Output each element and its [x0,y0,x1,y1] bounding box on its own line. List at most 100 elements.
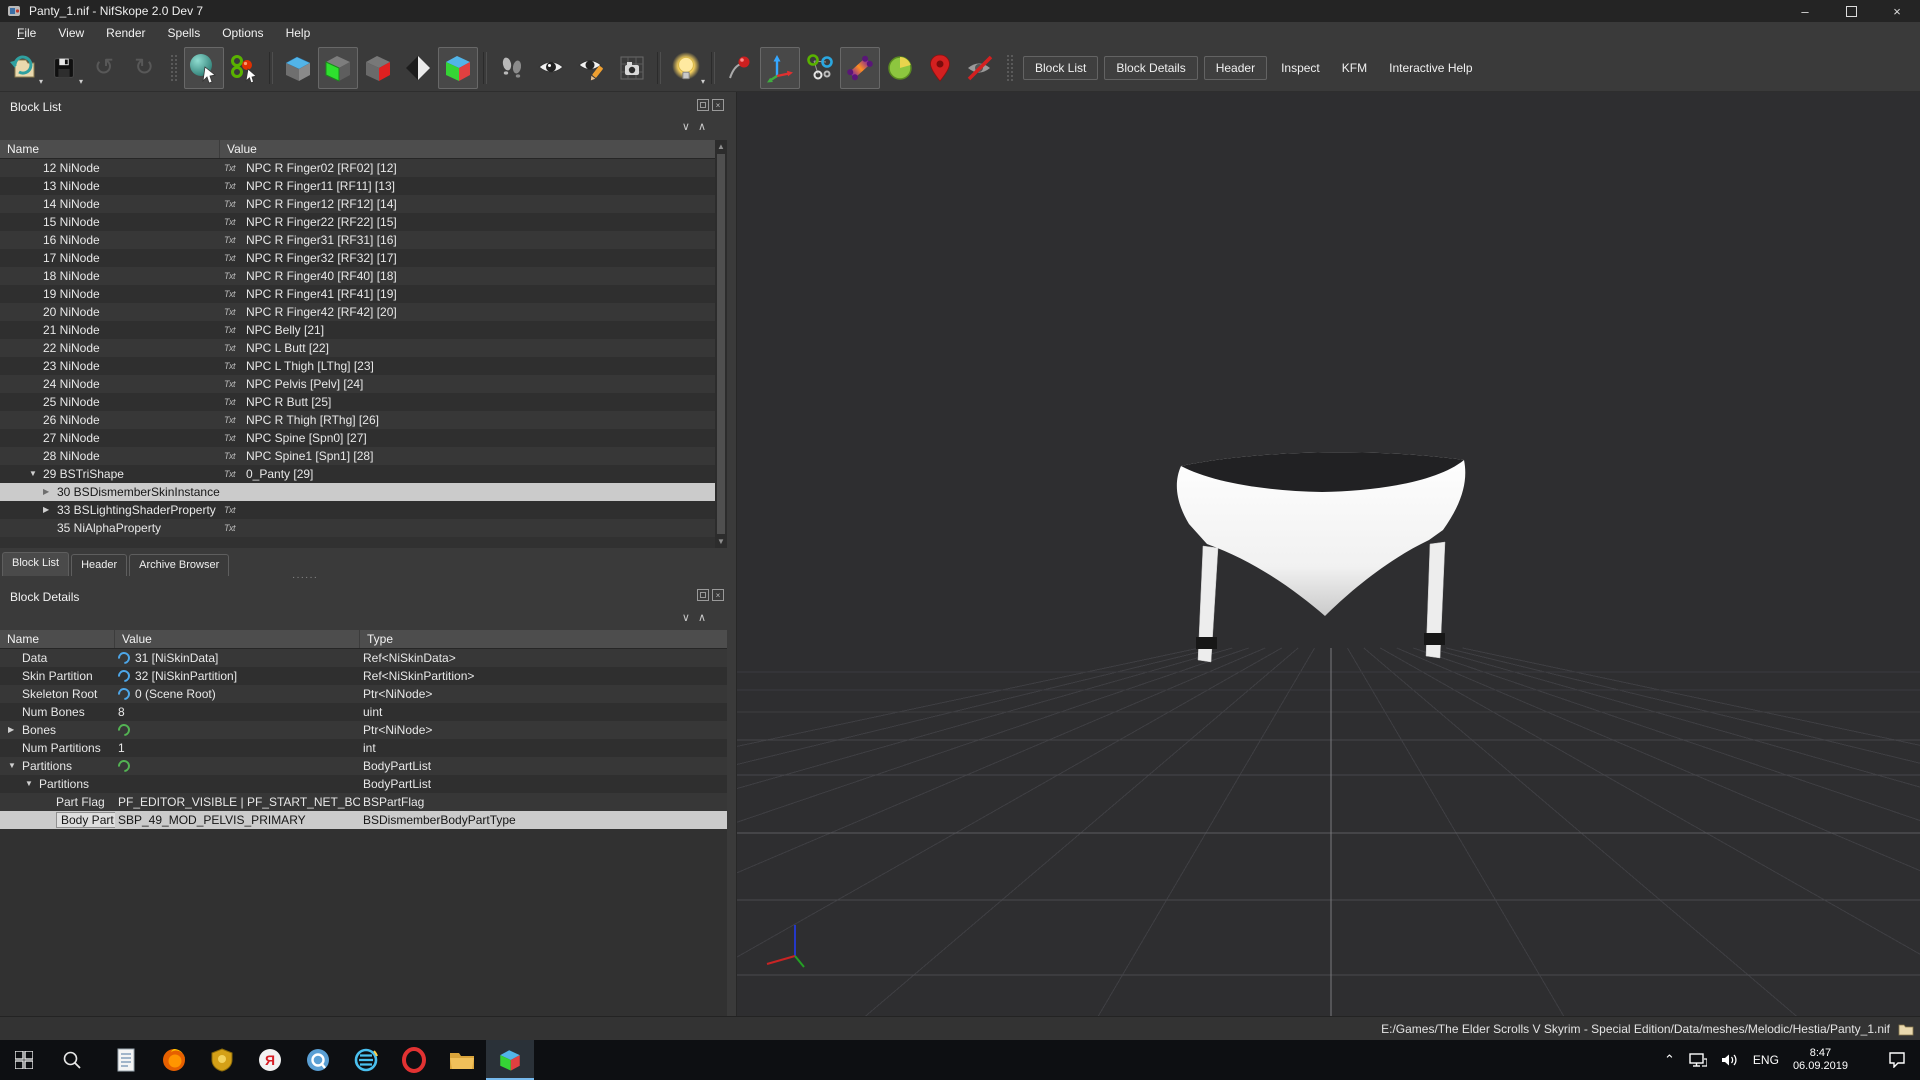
block-details-row[interactable]: Skin Partition32 [NiSkinPartition]Ref<Ni… [0,667,727,685]
network-icon[interactable] [1689,1053,1707,1067]
expand-all-button[interactable]: ∧ [698,122,706,132]
block-list-row[interactable]: 13 NiNodeTxtNPC R Finger11 [RF11] [13] [0,177,715,195]
block-list-row[interactable]: 23 NiNodeTxtNPC L Thigh [LThg] [23] [0,357,715,375]
vertex-pin-button[interactable] [720,47,760,89]
block-list-row[interactable]: 19 NiNodeTxtNPC R Finger41 [RF41] [19] [0,285,715,303]
taskbar-search-button[interactable] [48,1040,96,1080]
taskbar-app-nifskope[interactable] [486,1040,534,1080]
undo-button[interactable]: ↺ [84,47,124,89]
show-nodes-button[interactable] [800,47,840,89]
dock-tab-block-list[interactable]: Block List [2,552,69,576]
taskbar-clock[interactable]: 8:47 06.09.2019 [1793,1047,1848,1073]
block-list-row[interactable]: 35 NiAlphaPropertyTxt [0,519,715,537]
block-details-row[interactable]: ▶BonesPtr<NiNode> [0,721,727,739]
block-list-row[interactable]: 25 NiNodeTxtNPC R Butt [25] [0,393,715,411]
screenshot-button[interactable] [612,47,652,89]
taskbar-app-gog[interactable] [198,1040,246,1080]
maximize-button[interactable] [1828,0,1874,22]
collapse-arrow-icon[interactable]: ▶ [8,721,22,739]
block-list-row[interactable]: ▼29 BSTriShapeTxt0_Panty [29] [0,465,715,483]
block-details-row[interactable]: ▼PartitionsBodyPartList [0,757,727,775]
taskbar-app-opera[interactable] [390,1040,438,1080]
minimize-button[interactable]: – [1782,0,1828,22]
column-header-name[interactable]: Name [0,140,220,158]
taskbar-app-firefox[interactable] [150,1040,198,1080]
column-header-value[interactable]: Value [220,140,727,158]
block-details-toolbar-button[interactable]: Block Details [1104,56,1197,80]
block-details-row[interactable]: Skeleton Root0 (Scene Root)Ptr<NiNode> [0,685,727,703]
block-details-row[interactable]: ▼PartitionsBodyPartList [0,775,727,793]
taskbar-app-notepad[interactable] [102,1040,150,1080]
block-details-row[interactable]: Body PartSBP_49_MOD_PELVIS_PRIMARYBSDism… [0,811,727,829]
panel-close-button[interactable]: × [712,589,724,601]
column-header-type[interactable]: Type [360,630,727,648]
show-markers-button[interactable] [920,47,960,89]
show-bones-button[interactable] [840,47,880,89]
view-perspective-button[interactable] [438,47,478,89]
expand-arrow-icon[interactable]: ▼ [25,775,39,793]
start-button[interactable] [0,1040,48,1080]
view-flip-button[interactable] [398,47,438,89]
language-indicator[interactable]: ENG [1753,1053,1779,1067]
lighting-button[interactable]: ▾ [666,47,706,89]
column-header-name[interactable]: Name [0,630,115,648]
toolbar-grip[interactable] [1006,54,1014,82]
dock-tab-header[interactable]: Header [71,554,127,576]
toolbar-grip[interactable] [170,54,178,82]
inspect-toolbar-button[interactable]: Inspect [1273,57,1328,79]
scroll-up-icon[interactable]: ▲ [717,140,725,153]
scroll-down-icon[interactable]: ▼ [717,535,725,548]
menu-view[interactable]: View [47,24,95,42]
view-top-button[interactable] [278,47,318,89]
block-list-row[interactable]: 24 NiNodeTxtNPC Pelvis [Pelv] [24] [0,375,715,393]
block-details-row[interactable]: Num Bones8uint [0,703,727,721]
panel-close-button[interactable]: × [712,99,724,111]
collapse-all-button[interactable]: ∨ [682,122,690,132]
redo-button[interactable]: ↻ [124,47,164,89]
menu-file[interactable]: File [6,24,47,42]
show-hidden-button[interactable] [532,47,572,89]
view-side-button[interactable] [358,47,398,89]
block-list-row[interactable]: 17 NiNodeTxtNPC R Finger32 [RF32] [17] [0,249,715,267]
block-list-row[interactable]: 12 NiNodeTxtNPC R Finger02 [RF02] [12] [0,159,715,177]
expand-arrow-icon[interactable]: ▼ [8,757,22,775]
block-list-row[interactable]: 27 NiNodeTxtNPC Spine [Spn0] [27] [0,429,715,447]
show-deforms-button[interactable] [880,47,920,89]
save-button[interactable]: ▾ [44,47,84,89]
interactive-help-toolbar-button[interactable]: Interactive Help [1381,57,1480,79]
viewport-3d[interactable] [736,92,1920,1016]
column-header-value[interactable]: Value [115,630,360,648]
block-list-row[interactable]: 15 NiNodeTxtNPC R Finger22 [RF22] [15] [0,213,715,231]
volume-icon[interactable] [1721,1053,1739,1067]
collapse-arrow-icon[interactable]: ▶ [43,501,57,519]
taskbar-app-qbittorrent[interactable] [294,1040,342,1080]
tray-expand-icon[interactable]: ⌃ [1664,1052,1675,1068]
block-list-row[interactable]: 14 NiNodeTxtNPC R Finger12 [RF12] [14] [0,195,715,213]
collapse-arrow-icon[interactable]: ▶ [43,483,57,501]
expand-all-button[interactable]: ∧ [698,613,706,623]
menu-help[interactable]: Help [275,24,322,42]
block-list-row[interactable]: ▶30 BSDismemberSkinInstance [0,483,715,501]
block-details-row[interactable]: Num Partitions1int [0,739,727,757]
block-details-row[interactable]: Data31 [NiSkinData]Ref<NiSkinData> [0,649,727,667]
block-list-toolbar-button[interactable]: Block List [1023,56,1098,80]
taskbar-app-yandex-browser[interactable]: Я [246,1040,294,1080]
block-list-row[interactable]: 21 NiNodeTxtNPC Belly [21] [0,321,715,339]
select-object-button[interactable] [184,47,224,89]
block-list-row[interactable]: 16 NiNodeTxtNPC R Finger31 [RF31] [16] [0,231,715,249]
taskbar-app-internet-explorer[interactable] [342,1040,390,1080]
edit-view-button[interactable] [572,47,612,89]
menu-options[interactable]: Options [211,24,274,42]
collapse-all-button[interactable]: ∨ [682,613,690,623]
block-list-row[interactable]: 22 NiNodeTxtNPC L Butt [22] [0,339,715,357]
header-toolbar-button[interactable]: Header [1204,56,1267,80]
hide-geometry-button[interactable] [960,47,1000,89]
block-list-row[interactable]: 26 NiNodeTxtNPC R Thigh [RThg] [26] [0,411,715,429]
panel-splitter[interactable]: ······ [292,572,318,583]
action-center-icon[interactable] [1888,1052,1906,1068]
panel-float-button[interactable] [697,99,709,111]
block-details-row[interactable]: Part FlagPF_EDITOR_VISIBLE | PF_START_NE… [0,793,727,811]
taskbar-app-file-explorer[interactable] [438,1040,486,1080]
menu-render[interactable]: Render [95,24,156,42]
panel-float-button[interactable] [697,589,709,601]
